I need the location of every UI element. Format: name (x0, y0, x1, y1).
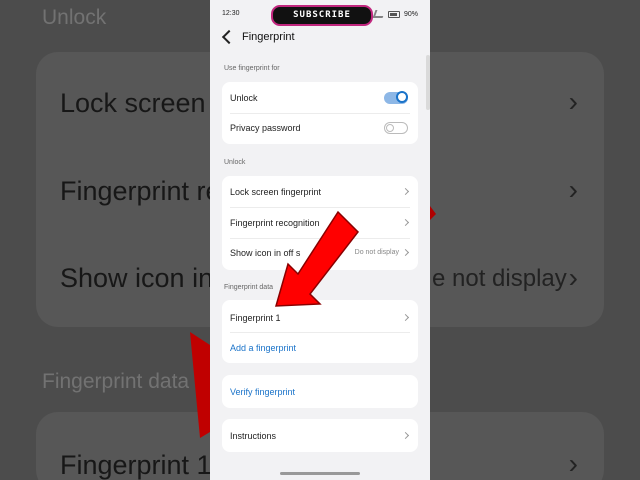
row-fingerprint-recognition[interactable]: Fingerprint recognition (222, 208, 418, 238)
row-show-icon-off-screen[interactable]: Show icon in off s Do not display (222, 238, 418, 268)
chevron-right-icon (401, 313, 410, 322)
toggle-knob (396, 91, 408, 103)
card-verify: Verify fingerprint (222, 375, 418, 408)
chevron-right-icon (401, 187, 410, 196)
section-label-unlock: Unlock (224, 159, 246, 166)
toggle-knob (386, 124, 394, 132)
chevron-right-icon (401, 218, 410, 227)
row-instructions[interactable]: Instructions (222, 421, 418, 451)
row-label: Fingerprint 1 (230, 313, 281, 323)
section-label-use-for: Use fingerprint for (224, 65, 280, 72)
phone-screen: 12:30 90% SUBSCRIBE Fingerprint Use fing… (210, 0, 430, 480)
battery-percent: 90% (403, 10, 418, 18)
card-use-for: Unlock Privacy password (222, 82, 418, 144)
page-title: Fingerprint (242, 31, 295, 43)
row-unlock[interactable]: Unlock (222, 83, 418, 113)
section-label-fingerprint-data: Fingerprint data (224, 284, 274, 291)
chevron-right-icon (401, 248, 410, 257)
status-icons: 90% (372, 10, 418, 18)
row-label: Lock screen fingerprint (230, 187, 322, 197)
status-time: 12:30 (222, 10, 240, 17)
back-arrow-icon[interactable] (221, 29, 237, 45)
scrollbar[interactable] (426, 55, 430, 110)
title-bar: Fingerprint (210, 28, 430, 50)
row-label: Show icon in off s (230, 248, 301, 258)
card-instructions: Instructions (222, 419, 418, 452)
row-label: Unlock (230, 93, 258, 103)
row-label: Instructions (230, 431, 277, 441)
battery-icon (387, 10, 400, 18)
row-fingerprint-1[interactable]: Fingerprint 1 (222, 303, 418, 333)
row-privacy-password[interactable]: Privacy password (222, 113, 418, 143)
row-verify-fingerprint[interactable]: Verify fingerprint (222, 377, 418, 407)
row-label: Privacy password (230, 123, 301, 133)
row-value: Do not display (354, 249, 399, 256)
signal-icon (372, 10, 386, 18)
add-fingerprint-link[interactable]: Add a fingerprint (230, 343, 296, 353)
row-add-fingerprint[interactable]: Add a fingerprint (222, 333, 418, 363)
privacy-password-toggle[interactable] (384, 122, 408, 134)
home-indicator[interactable] (280, 472, 360, 475)
chevron-right-icon (401, 431, 410, 440)
subscribe-badge: SUBSCRIBE (271, 5, 373, 26)
verify-fingerprint-link[interactable]: Verify fingerprint (230, 387, 295, 397)
row-label: Fingerprint recognition (230, 218, 320, 228)
card-unlock: Lock screen fingerprint Fingerprint reco… (222, 176, 418, 270)
row-lock-screen-fingerprint[interactable]: Lock screen fingerprint (222, 177, 418, 207)
unlock-toggle[interactable] (384, 91, 408, 104)
card-fingerprint-data: Fingerprint 1 Add a fingerprint (222, 300, 418, 363)
